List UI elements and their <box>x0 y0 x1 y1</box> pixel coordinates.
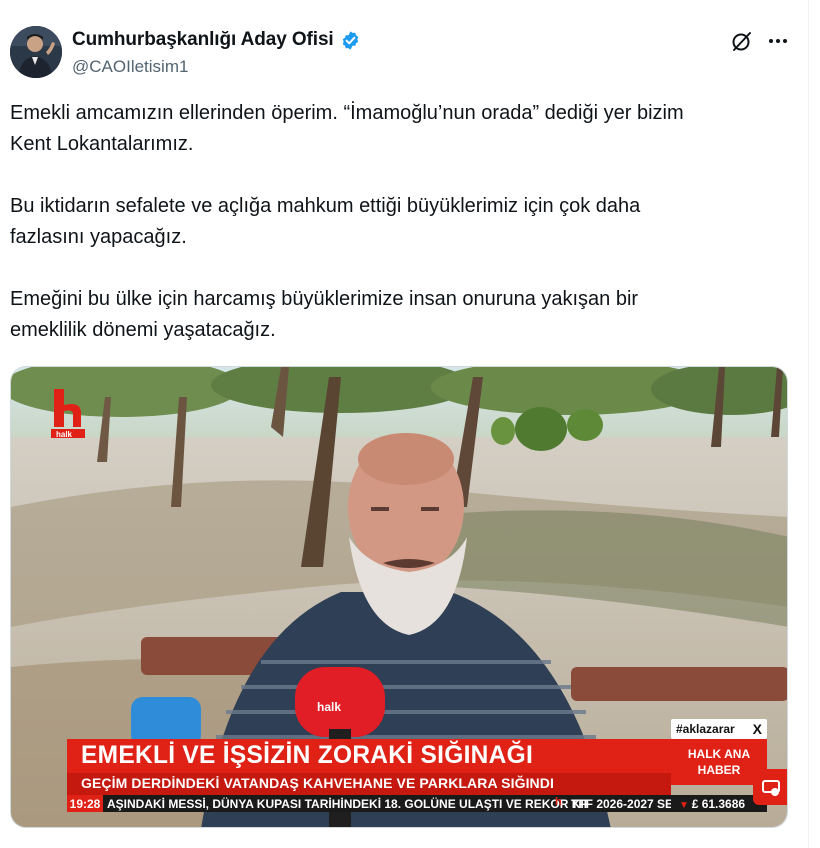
author-display-name[interactable]: Cumhurbaşkanlığı Aday Ofisi <box>72 29 334 51</box>
tweet-line: Emekli amcamızın ellerinden öperim. “İma… <box>10 102 684 124</box>
program-name-line2: HABER <box>697 763 741 777</box>
ticker-currency-rate: ▼ £ 61.3686 <box>679 797 745 811</box>
program-name-line1: HALK ANA <box>687 747 751 761</box>
hashtag-close-icon: X <box>752 721 762 737</box>
video-subheadline: GEÇİM DERDİNDEKİ VATANDAŞ KAHVEHANE VE P… <box>81 775 554 791</box>
video-headline: EMEKLİ VE İŞSİZİN ZORAKİ SIĞINAĞI <box>81 741 534 769</box>
video-screen-icon <box>762 780 780 796</box>
ticker-text: AŞINDAKİ MESSİ, DÜNYA KUPASI TARİHİNDEKİ… <box>107 797 587 811</box>
mic-label: halk <box>317 700 341 714</box>
ticker-text-secondary: TFF 2026-2027 SE <box>571 797 671 811</box>
tweet-line: fazlasını yapacağız. <box>10 226 187 248</box>
tweet-text: Emekli amcamızın ellerinden öperim. “İma… <box>10 98 800 346</box>
more-icon[interactable] <box>764 28 792 54</box>
down-arrow-icon: ▼ <box>679 800 692 811</box>
avatar[interactable] <box>10 26 62 78</box>
author-handle[interactable]: @CAOIletisim1 <box>72 57 188 77</box>
tweet-line: Emeğini bu ülke için harcamış büyüklerim… <box>10 288 639 310</box>
avatar-image <box>10 26 62 78</box>
tweet-line: Kent Lokantalarımız. <box>10 133 194 155</box>
timeline-divider <box>808 0 809 848</box>
video-corner-button[interactable] <box>753 769 787 805</box>
ticker-rate-value: £ 61.3686 <box>691 797 746 811</box>
tweet-video[interactable]: halk halk #aklazarar X EMEKLİ VE İŞSİZİN… <box>10 366 788 828</box>
tweet-line: emeklilik dönemi yaşatacağız. <box>10 319 276 341</box>
tweet-line: Bu iktidarın sefalete ve açlığa mahkum e… <box>10 195 641 217</box>
ticker-time: 19:28 <box>67 795 103 812</box>
ticker-logo: h <box>555 796 562 808</box>
halk-logo-text: halk <box>56 430 73 439</box>
verified-badge-icon <box>340 30 361 51</box>
hashtag-text: #aklazarar <box>676 722 735 736</box>
hashtag-badge: #aklazarar X <box>671 719 767 739</box>
halk-channel-logo: halk <box>51 387 91 439</box>
grok-icon[interactable] <box>730 29 754 53</box>
